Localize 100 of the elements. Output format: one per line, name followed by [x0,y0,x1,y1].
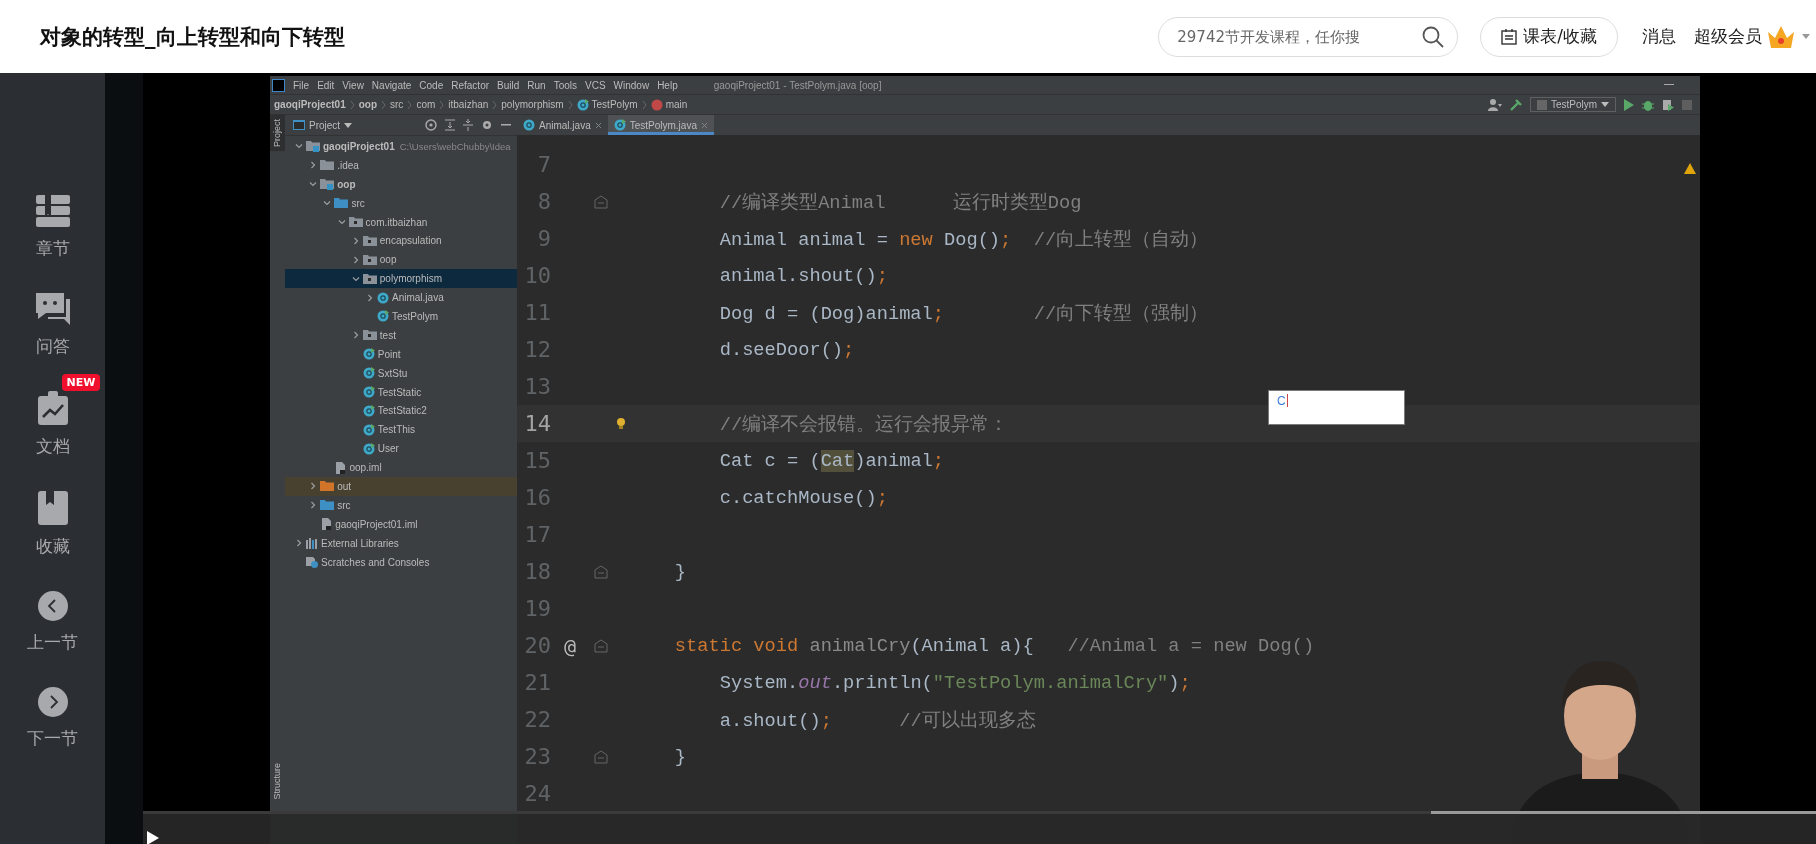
collapse-all-icon[interactable] [463,119,473,131]
fold-marker-icon[interactable] [594,564,608,579]
menu-item[interactable]: View [342,79,364,91]
breadcrumb[interactable]: gaoqiProject01 [274,99,346,110]
hammer-icon[interactable] [1509,98,1522,111]
menu-item[interactable]: Window [613,79,650,91]
class-icon [362,367,375,380]
vip-link[interactable]: 超级会员 [1694,25,1762,48]
menu-item[interactable]: File [293,79,310,91]
tree-item-label: TestStatic2 [377,405,427,417]
tree-item[interactable]: .idea [285,155,517,175]
breadcrumb[interactable]: oop [358,99,378,110]
close-icon[interactable] [700,121,708,129]
tree-item[interactable]: gaoqiProject01 C:\Users\webChubby\Idea [285,137,517,156]
sidebar-item[interactable]: 问答 [35,293,70,358]
minimize-icon[interactable] [1664,84,1674,86]
fold-marker-icon[interactable] [594,194,608,209]
line-number: 17 [523,522,551,547]
tree-item[interactable]: gaoqiProject01.iml [285,514,517,534]
target-icon[interactable] [425,119,437,131]
debug-icon[interactable] [1642,98,1654,111]
separator-icon [381,99,387,110]
fold-marker-icon[interactable] [594,749,608,764]
menu-item[interactable]: VCS [585,79,606,91]
override-marker[interactable]: @ [564,633,577,658]
tree-item[interactable]: TestStatic [285,382,517,402]
run-icon[interactable] [1624,98,1634,111]
tree-item-label: TestStatic [377,386,422,398]
file-icon [320,518,333,531]
breadcrumb[interactable]: TestPolym [576,98,638,111]
tree-item[interactable]: User [285,439,517,459]
sidebar-item[interactable]: 章节 [35,195,70,260]
breadcrumb[interactable]: src [390,99,404,110]
menu-item[interactable]: Help [657,79,678,91]
tree-item[interactable]: TestPolym [285,307,517,326]
breadcrumb[interactable]: com [416,99,436,110]
tree-item[interactable]: polymorphism [285,269,517,289]
settings-icon[interactable] [481,119,493,131]
messages-link[interactable]: 消息 [1642,25,1676,48]
tree-item[interactable]: oop [285,250,517,270]
breadcrumb[interactable]: polymorphism [501,99,564,110]
menu-item[interactable]: Run [527,79,546,91]
line-number: 24 [523,781,551,806]
tree-item[interactable]: Scratches and Consoles [285,552,517,572]
dropdown-caret-icon[interactable] [1802,34,1810,39]
code-line: static void animalCry(Animal a){ //Animal a = new Dog() [673,634,1315,657]
tree-item[interactable]: TestThis [285,420,517,440]
minimize-icon[interactable] [501,124,511,126]
package-icon [362,272,377,285]
tree-item[interactable]: com.itbaizhan [285,212,517,232]
sidebar-item[interactable]: 文档 [35,391,70,458]
menu-item[interactable]: Navigate [371,79,412,91]
tree-item[interactable]: encapsulation [285,231,517,251]
tree-item[interactable]: test [285,325,517,345]
menu-item[interactable]: Code [419,79,444,91]
menu-item[interactable]: Edit [317,79,335,91]
tree-item[interactable]: src [285,495,517,515]
coverage-icon[interactable] [1662,98,1674,111]
editor-tab[interactable]: Animal.java [517,115,608,135]
fold-marker-icon[interactable] [594,638,608,653]
project-tool-tab[interactable]: Project [270,115,285,151]
user-icon[interactable] [1487,98,1502,111]
expand-all-icon[interactable] [445,119,455,131]
search-field[interactable]: 29742节开发课程，任你搜 [1158,16,1459,57]
tree-item[interactable]: Animal.java [285,288,517,307]
chat-bubble-icon [35,293,70,325]
sidebar-item[interactable]: 收藏 [35,491,70,558]
progress-track[interactable] [143,811,1816,814]
input-field[interactable]: C [1268,390,1405,425]
tree-item[interactable]: src [285,193,517,213]
play-icon[interactable] [147,831,159,844]
tree-item[interactable]: External Libraries [285,533,517,553]
class-icon [576,98,589,111]
schedule-button[interactable]: 课表/收藏 [1480,16,1618,57]
tree-item[interactable]: out [285,477,517,496]
search-icon[interactable] [1422,25,1445,48]
tree-item[interactable]: SxtStu [285,363,517,383]
structure-tool-tab[interactable]: Structure [270,759,285,804]
sidebar-item[interactable]: 上一节 [27,591,78,654]
project-view-dropdown[interactable]: Project [293,119,353,131]
sidebar-item[interactable]: 下一节 [27,687,78,750]
menu-item[interactable]: Tools [553,79,577,91]
stop-icon[interactable] [1682,99,1692,110]
breadcrumb[interactable]: main [650,98,688,111]
tree-item[interactable]: TestStatic2 [285,401,517,421]
breadcrumb[interactable]: itbaizhan [448,99,489,110]
project-path: C:\Users\webChubby\Idea [399,140,511,152]
tree-item[interactable]: Point [285,344,517,364]
menu-item[interactable]: Refactor [451,79,490,91]
close-icon[interactable] [594,121,602,129]
tree-item[interactable]: oop.iml [285,458,517,478]
separator-icon [407,99,413,110]
menu-item[interactable]: Build [497,79,520,91]
package-icon [362,234,377,247]
code-line: Animal animal = new Dog(); //向上转型（自动） [718,227,1209,252]
tree-item[interactable]: oop [285,174,517,194]
bookmark-book-icon [37,491,68,525]
run-config-dropdown[interactable]: TestPolym [1529,97,1616,112]
editor-tab[interactable]: TestPolym.java [607,115,714,135]
lightbulb-icon[interactable] [617,418,625,429]
